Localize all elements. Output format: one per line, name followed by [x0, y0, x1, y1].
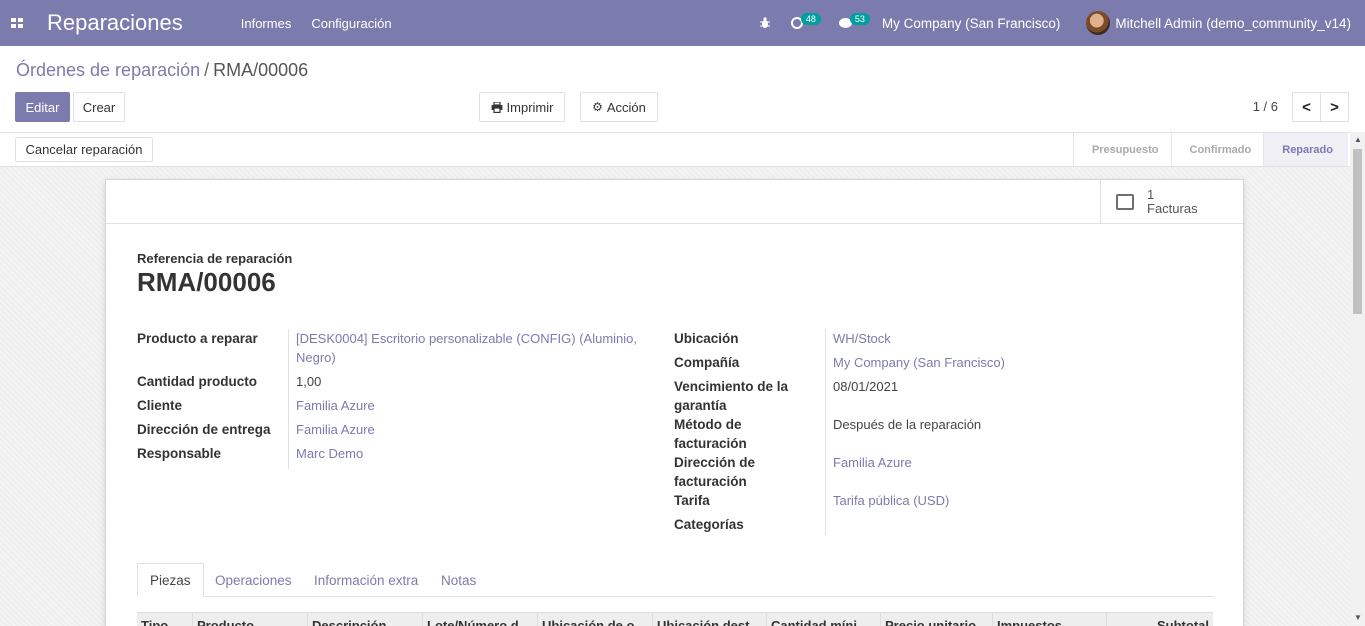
- form-sheet: 1 Facturas Referencia de reparación RMA/…: [105, 179, 1244, 626]
- status-step-reparado[interactable]: Reparado: [1263, 133, 1348, 166]
- action-button[interactable]: ⚙ Acción: [580, 92, 658, 122]
- label-cliente: Cliente: [137, 398, 183, 413]
- group-divider-left: [288, 329, 289, 469]
- status-step-confirmado[interactable]: Confirmado: [1170, 133, 1264, 166]
- edit-invoice-icon: [1116, 194, 1134, 210]
- field-responsable[interactable]: Marc Demo: [296, 444, 363, 463]
- top-menu: Informes Configuración: [241, 16, 412, 31]
- label-categorias: Categorías: [674, 517, 744, 532]
- company-switcher[interactable]: My Company (San Francisco): [882, 16, 1061, 31]
- user-menu[interactable]: Mitchell Admin (demo_community_v14): [1115, 16, 1351, 31]
- messages-button[interactable]: 53: [821, 13, 870, 29]
- scrollbar[interactable]: ▲ ▼: [1350, 132, 1365, 626]
- scroll-up-icon[interactable]: ▲: [1354, 135, 1362, 144]
- field-cliente[interactable]: Familia Azure: [296, 396, 375, 415]
- app-title[interactable]: Reparaciones: [47, 10, 183, 36]
- invoices-count: 1: [1147, 187, 1155, 202]
- field-metodo-facturacion[interactable]: Después de la reparación: [833, 415, 981, 434]
- parts-table-header: Tipo Producto Descripción Lote/Número d …: [137, 612, 1213, 626]
- messages-badge: 53: [849, 13, 870, 25]
- column-ubicacion-origen[interactable]: Ubicación de o: [538, 613, 653, 626]
- column-cantidad[interactable]: Cantidad míni: [767, 613, 881, 626]
- reference-value: RMA/00006: [137, 267, 276, 297]
- activity-badge: 48: [800, 13, 821, 25]
- label-direccion-facturacion: Dirección de facturación: [674, 455, 756, 489]
- column-producto[interactable]: Producto: [193, 613, 308, 626]
- pager-value[interactable]: 1 / 6: [1253, 99, 1278, 114]
- label-tarifa: Tarifa: [674, 493, 710, 508]
- label-direccion-entrega: Dirección de entrega: [137, 422, 271, 437]
- menu-informes[interactable]: Informes: [241, 16, 292, 31]
- breadcrumb-parent[interactable]: Órdenes de reparación: [16, 60, 200, 80]
- column-ubicacion-destino[interactable]: Ubicación dest: [653, 613, 767, 626]
- tab-informacion-extra[interactable]: Información extra: [314, 563, 418, 597]
- status-step-presupuesto[interactable]: Presupuesto: [1072, 133, 1171, 166]
- label-metodo-facturacion: Método de facturación: [674, 417, 747, 451]
- invoices-smart-button[interactable]: 1 Facturas: [1100, 180, 1243, 224]
- breadcrumb-current: RMA/00006: [213, 60, 309, 80]
- field-compania[interactable]: My Company (San Francisco): [833, 353, 1005, 372]
- pager-previous-button[interactable]: <: [1292, 92, 1321, 122]
- tab-piezas[interactable]: Piezas: [137, 563, 204, 597]
- apps-menu-icon[interactable]: [11, 18, 23, 28]
- breadcrumb-separator: /: [204, 60, 210, 80]
- printer-icon: [491, 101, 502, 113]
- print-label: Imprimir: [506, 99, 554, 115]
- field-cantidad[interactable]: 1,00: [296, 372, 321, 391]
- statusbar: Cancelar reparación Presupuesto Confirma…: [0, 132, 1365, 167]
- field-producto[interactable]: [DESK0004] Escritorio personalizable (CO…: [296, 329, 651, 367]
- column-tipo[interactable]: Tipo: [137, 613, 193, 626]
- pager-next-button[interactable]: >: [1320, 92, 1349, 122]
- tab-notas[interactable]: Notas: [441, 563, 476, 597]
- status-steps: Presupuesto Confirmado Reparado: [1072, 133, 1348, 166]
- invoices-label: Facturas: [1147, 201, 1198, 216]
- reference-label: Referencia de reparación: [137, 251, 293, 266]
- field-vencimiento-garantia[interactable]: 08/01/2021: [833, 377, 898, 396]
- column-descripcion[interactable]: Descripción: [308, 613, 423, 626]
- field-tarifa[interactable]: Tarifa pública (USD): [833, 491, 949, 510]
- chevron-left-icon: <: [1302, 98, 1311, 116]
- field-ubicacion[interactable]: WH/Stock: [833, 329, 891, 348]
- column-impuestos[interactable]: Impuestos: [993, 613, 1107, 626]
- column-lote[interactable]: Lote/Número d: [423, 613, 538, 626]
- breadcrumb: Órdenes de reparación / RMA/00006: [16, 60, 308, 81]
- field-direccion-facturacion[interactable]: Familia Azure: [833, 453, 912, 472]
- edit-button[interactable]: Editar: [15, 92, 70, 122]
- label-vencimiento-garantia: Vencimiento de la garantía: [674, 379, 789, 413]
- cancel-repair-button[interactable]: Cancelar reparación: [15, 137, 153, 162]
- column-precio-unitario[interactable]: Precio unitario: [881, 613, 993, 626]
- button-box: 1 Facturas: [106, 180, 1243, 224]
- label-cantidad: Cantidad producto: [137, 374, 257, 389]
- create-button[interactable]: Crear: [73, 92, 125, 122]
- group-divider-right: [825, 329, 826, 535]
- chevron-right-icon: >: [1330, 98, 1339, 116]
- activity-button[interactable]: 48: [790, 13, 821, 29]
- notebook-tabs: Piezas Operaciones Información extra Not…: [137, 563, 1214, 597]
- top-navbar: Reparaciones Informes Configuración 48 5…: [0, 0, 1365, 46]
- label-responsable: Responsable: [137, 446, 222, 461]
- gear-icon: ⚙: [592, 100, 603, 114]
- field-direccion-entrega[interactable]: Familia Azure: [296, 420, 375, 439]
- scroll-down-icon[interactable]: ▼: [1354, 613, 1362, 622]
- column-subtotal[interactable]: Subtotal: [1107, 613, 1213, 626]
- print-button[interactable]: Imprimir: [479, 92, 565, 122]
- label-producto: Producto a reparar: [137, 331, 258, 346]
- menu-configuracion[interactable]: Configuración: [311, 16, 391, 31]
- action-label: Acción: [606, 99, 646, 115]
- tab-operaciones[interactable]: Operaciones: [215, 563, 292, 597]
- debug-bug-icon[interactable]: [759, 17, 771, 29]
- user-avatar[interactable]: [1086, 11, 1111, 35]
- scroll-thumb[interactable]: [1353, 149, 1362, 314]
- label-ubicacion: Ubicación: [674, 331, 739, 346]
- form-content-area: 1 Facturas Referencia de reparación RMA/…: [0, 167, 1350, 626]
- label-compania: Compañía: [674, 355, 740, 370]
